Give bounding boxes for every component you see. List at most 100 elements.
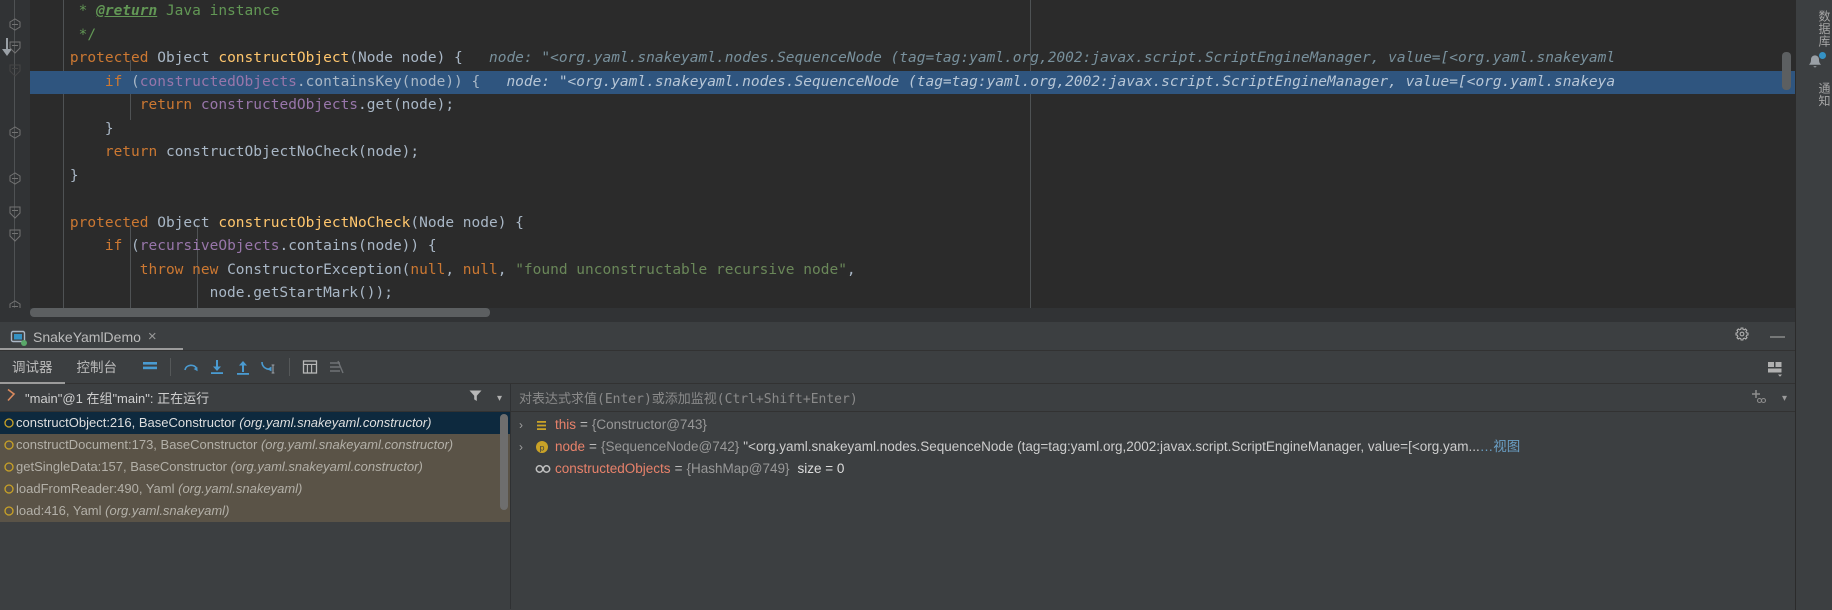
this-variable-icon [535,419,555,432]
step-out-icon[interactable] [230,355,256,379]
frame-label: loadFromReader:490, Yaml [16,481,179,496]
frame-row[interactable]: getSingleData:157, BaseConstructor (org.… [0,456,510,478]
thread-selector-row[interactable]: "main"@1 在组"main": 正在运行 ▾ [0,384,510,412]
filter-icon[interactable] [468,388,483,408]
frame-label: constructObject:216, BaseConstructor [16,415,240,430]
fold-marker-expand[interactable] [9,206,21,219]
minimize-icon[interactable]: — [1770,329,1785,344]
frame-row[interactable]: load:416, Yaml (org.yaml.snakeyaml) [0,500,510,522]
expand-chevron-icon[interactable]: › [519,436,535,458]
debugger-toolbar: 调试器 控制台 [0,351,1795,384]
frames-list[interactable]: constructObject:216, BaseConstructor (or… [0,412,510,522]
sidebar-item-notifications[interactable]: 通知 [1796,76,1832,107]
step-over-icon[interactable] [178,355,204,379]
editor-vertical-scrollbar[interactable] [1782,52,1791,90]
variable-equals: = [674,461,683,476]
code-line[interactable]: if (recursiveObjects.contains(node)) { [30,235,1795,259]
code-line[interactable]: return constructedObjects.get(node); [30,94,1795,118]
editor-horizontal-scrollbar[interactable] [30,308,490,317]
code-line[interactable]: if (constructedObjects.containsKey(node)… [30,70,1795,94]
frame-row[interactable]: constructDocument:173, BaseConstructor (… [0,434,510,456]
variable-row[interactable]: › p node = {SequenceNode@742} "<org.yaml.snak… [511,436,1795,458]
frames-layout-icon[interactable] [137,355,163,379]
frame-label: load:416, Yaml [16,503,106,518]
code-line[interactable]: return constructObjectNoCheck(node); [30,141,1795,165]
tab-console[interactable]: 控制台 [65,351,130,384]
frame-label: getSingleData:157, BaseConstructor [16,459,231,474]
code-token: constructedObjects [200,97,359,113]
expression-input-placeholder[interactable]: 对表达式求值(Enter)或添加监视(Ctrl+Shift+Enter) [511,388,858,407]
code-line[interactable]: node.getStartMark()); [30,282,1795,306]
thread-running-icon [4,388,18,407]
editor-gutter[interactable] [0,0,30,322]
code-token: @return [96,3,158,19]
sidebar-item-notifications-label: 通知 [1817,82,1831,107]
fold-marker-collapse[interactable] [9,18,21,31]
code-token: (Node node) { [410,214,524,231]
frame-icon [4,479,16,500]
code-token: constructObjectNoCheck [218,214,411,231]
right-tool-strip: 数据库 通知 [1795,0,1832,610]
frame-row[interactable]: constructObject:216, BaseConstructor (or… [0,412,510,434]
force-step-into-icon[interactable] [256,355,282,379]
thread-label: "main"@1 在组"main": 正在运行 [25,391,210,406]
variables-list[interactable]: › this = {Constructor@743} › p node = {SequenceN… [511,412,1795,480]
fold-marker-expand[interactable] [9,64,21,77]
ide-window: * @return Java instance */ protected Obj… [0,0,1832,610]
chevron-down-icon[interactable]: ▾ [497,393,502,404]
editor-code-area[interactable]: * @return Java instance */ protected Obj… [30,0,1795,322]
code-token: * [35,3,97,19]
step-into-icon[interactable] [204,355,230,379]
mute-breakpoints-icon[interactable] [323,355,349,379]
code-line[interactable]: } [30,118,1795,142]
run-tab-snakeyamldemo[interactable]: SnakeYamlDemo × [6,322,163,351]
fold-marker-expand[interactable] [9,41,21,54]
frame-row[interactable]: loadFromReader:490, Yaml (org.yaml.snake… [0,478,510,500]
gear-icon[interactable] [1734,326,1750,347]
code-token: protected [69,214,149,231]
code-editor[interactable]: * @return Java instance */ protected Obj… [0,0,1795,322]
expand-chevron-icon[interactable]: › [519,414,535,436]
code-token: node: "<org.yaml.snakeyaml.nodes.Sequenc… [480,73,1616,90]
fold-marker-expand[interactable] [9,229,21,242]
code-token: node.getStartMark()); [35,285,393,301]
code-token: .contains(node)) { [279,238,437,254]
close-icon[interactable]: × [148,329,157,344]
variables-pane: 对表达式求值(Enter)或添加监视(Ctrl+Shift+Enter) ▾ ›… [511,384,1795,609]
param-variable-icon: p [535,440,555,454]
code-line[interactable]: */ [30,24,1795,48]
tab-debugger[interactable]: 调试器 [0,351,65,384]
add-watch-icon[interactable] [1750,388,1767,409]
frame-package: (org.yaml.snakeyaml.constructor) [230,459,423,474]
variable-row[interactable]: › constructedObjects={HashMap@749} size = … [511,458,1795,480]
debugger-body: "main"@1 在组"main": 正在运行 ▾ constructObjec… [0,384,1795,609]
evaluate-expression-bar[interactable]: 对表达式求值(Enter)或添加监视(Ctrl+Shift+Enter) ▾ [511,384,1795,412]
variable-value: "<org.yaml.snakeyaml.nodes.SequenceNode … [743,439,1480,454]
code-line[interactable]: throw new ConstructorException(null, nul… [30,259,1795,283]
code-token: ( [122,238,140,254]
fold-marker-collapse[interactable] [9,172,21,185]
frames-scrollbar[interactable] [500,414,508,510]
sidebar-item-database-label: 数据库 [1817,10,1831,48]
code-line[interactable]: protected Object constructObjectNoCheck(… [30,212,1795,236]
field-variable-icon [535,463,555,475]
code-line[interactable]: } [30,165,1795,189]
evaluate-expression-icon[interactable] [297,355,323,379]
fold-marker-collapse[interactable] [9,126,21,139]
chevron-down-icon[interactable]: ▾ [1782,393,1787,404]
code-line[interactable]: * @return Java instance [30,0,1795,24]
notification-bell-icon[interactable] [1805,52,1826,72]
toolbar-divider [289,358,290,376]
variable-row[interactable]: › this = {Constructor@743} [511,414,1795,436]
view-value-link[interactable]: …视图 [1480,436,1521,458]
sidebar-item-database[interactable]: 数据库 [1796,4,1832,48]
code-line[interactable] [30,188,1795,212]
code-token: null [462,261,498,278]
layout-settings-button[interactable] [1765,351,1785,384]
code-line[interactable]: protected Object constructObject(Node no… [30,47,1795,71]
